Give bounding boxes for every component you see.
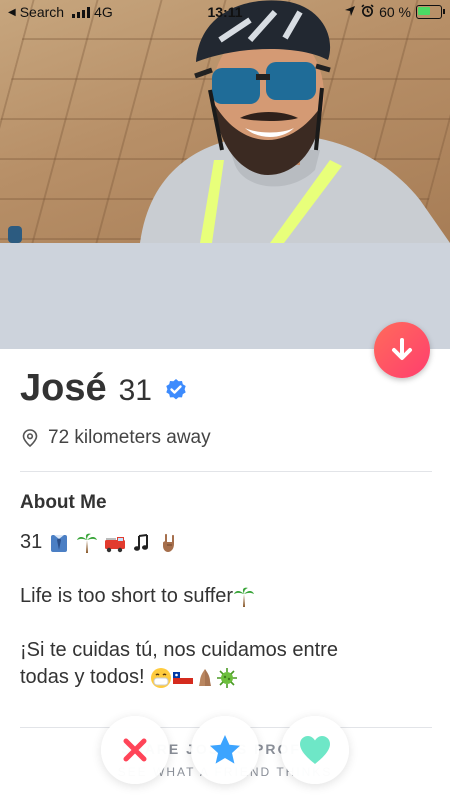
bio-line-1: 31 bbox=[20, 529, 182, 556]
profile-photo-subject bbox=[8, 0, 450, 243]
x-icon bbox=[123, 738, 147, 762]
alarm-clock-icon bbox=[361, 4, 374, 20]
star-icon bbox=[210, 735, 240, 764]
status-time: 13:11 bbox=[207, 4, 243, 20]
face-with-mask-emoji-icon bbox=[151, 667, 172, 688]
battery-percentage: 60 % bbox=[379, 4, 411, 20]
bio-line-2: Life is too short to suffer bbox=[20, 585, 234, 607]
profile-photo[interactable] bbox=[0, 0, 450, 243]
location-arrow-icon bbox=[344, 4, 356, 20]
bio-line-3a: ¡Si te cuidas tú, nos cuidamos entre bbox=[20, 639, 338, 661]
action-bar bbox=[0, 716, 450, 786]
section-divider bbox=[20, 471, 432, 472]
palm-tree-emoji-icon bbox=[234, 587, 255, 607]
network-type: 4G bbox=[94, 4, 113, 20]
about-me-heading: About Me bbox=[20, 492, 107, 513]
like-button[interactable] bbox=[281, 716, 349, 784]
profile-age: 31 bbox=[118, 374, 152, 407]
status-back-label[interactable]: Search bbox=[20, 4, 64, 20]
battery-fill bbox=[418, 7, 430, 15]
profile-name: José bbox=[20, 367, 107, 409]
palm-tree-emoji-icon bbox=[77, 533, 98, 553]
heart-icon bbox=[300, 736, 330, 764]
status-bar: ◀ Search 4G 13:11 60 % bbox=[0, 0, 450, 24]
bio-line-3b: todas y todos! bbox=[20, 666, 145, 688]
fire-engine-emoji-icon bbox=[105, 536, 126, 552]
verified-badge-icon[interactable] bbox=[164, 378, 188, 402]
folded-hands-emoji-icon bbox=[199, 668, 212, 686]
chile-flag-emoji-icon bbox=[173, 671, 194, 684]
distance-text: 72 kilometers away bbox=[48, 427, 211, 448]
microbe-emoji-icon bbox=[217, 667, 238, 688]
distance-row: 72 kilometers away bbox=[22, 427, 211, 449]
collapse-profile-button[interactable] bbox=[374, 322, 430, 378]
rock-on-hand-emoji-icon bbox=[163, 533, 175, 552]
necktie-shirt-emoji-icon bbox=[51, 534, 68, 552]
location-pin-icon bbox=[22, 429, 38, 447]
signal-strength-icon bbox=[72, 6, 91, 18]
name-row: José 31 bbox=[20, 367, 188, 410]
back-arrow-icon[interactable]: ◀ bbox=[8, 7, 16, 18]
bio-age-text: 31 bbox=[20, 531, 43, 553]
nope-button[interactable] bbox=[101, 716, 169, 784]
battery-icon bbox=[416, 5, 445, 19]
about-me-bio: 31 Life is too short to suffer ¡Si te cu… bbox=[20, 529, 430, 718]
super-like-button[interactable] bbox=[191, 716, 259, 784]
arrow-down-icon bbox=[392, 338, 412, 360]
musical-notes-emoji-icon bbox=[134, 533, 149, 551]
